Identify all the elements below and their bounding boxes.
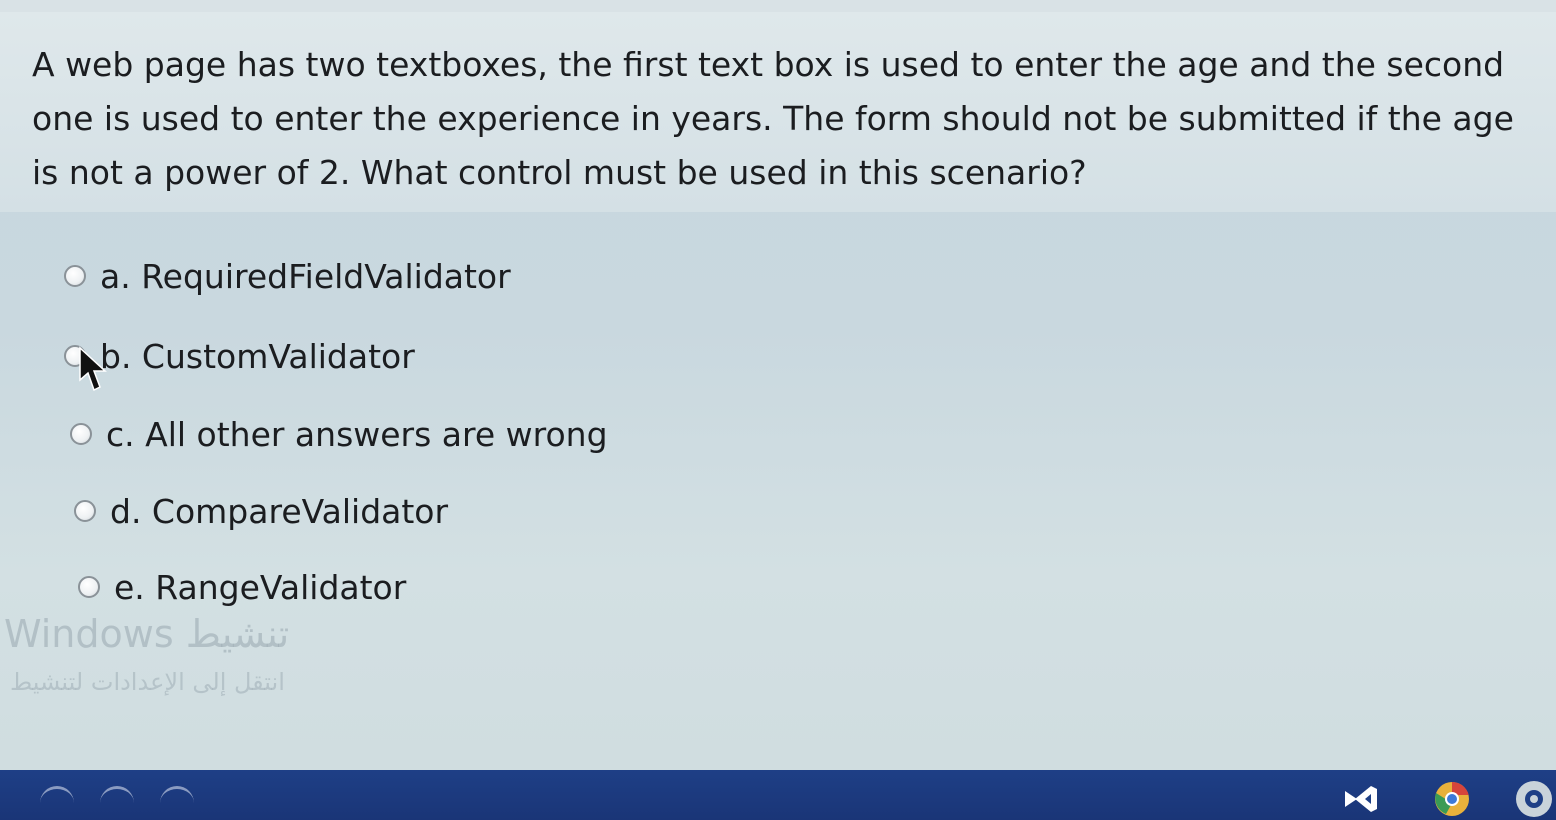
option-b[interactable]: b. CustomValidator [64,336,415,376]
volume-icon[interactable] [100,786,134,805]
radio-button-a[interactable] [64,265,86,287]
activation-watermark-subtitle: انتقل إلى الإعدادات لتنشيط [10,668,285,696]
top-strip [0,0,1556,12]
radio-button-c[interactable] [70,423,92,445]
radio-button-e[interactable] [78,576,100,598]
taskbar-pinned-apps [1290,778,1556,820]
visual-studio-icon[interactable] [1338,778,1382,820]
activation-watermark-title: Windows تنشيط [4,612,290,656]
app-icon[interactable] [1512,778,1556,820]
option-a[interactable]: a. RequiredFieldValidator [64,256,511,296]
option-c-label: c. All other answers are wrong [106,414,608,454]
chrome-icon[interactable] [1430,778,1474,820]
question-text: A web page has two textboxes, the first … [32,45,1514,192]
screen: A web page has two textboxes, the first … [0,0,1556,820]
radio-button-d[interactable] [74,500,96,522]
option-b-label: b. CustomValidator [100,336,415,376]
option-c[interactable]: c. All other answers are wrong [70,414,608,454]
option-e[interactable]: e. RangeValidator [78,567,406,607]
network-icon[interactable] [160,786,194,805]
tray-wave-icon [40,786,74,805]
taskbar [0,770,1556,820]
option-d[interactable]: d. CompareValidator [74,491,448,531]
taskbar-tray [40,786,194,805]
option-a-label: a. RequiredFieldValidator [100,256,511,296]
mouse-cursor-icon [79,346,107,392]
option-d-label: d. CompareValidator [110,491,449,531]
option-e-label: e. RangeValidator [114,567,407,607]
